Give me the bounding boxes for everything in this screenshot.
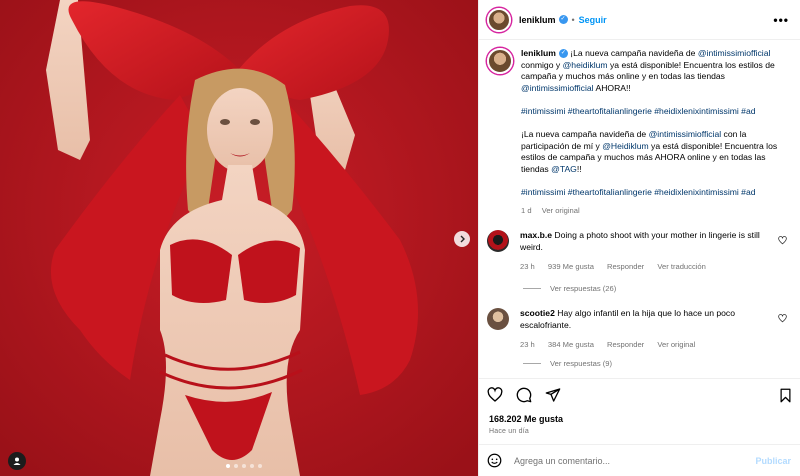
post-header: leniklum ✓ • Seguir ••• bbox=[479, 0, 800, 40]
hashtags-1[interactable]: #intimissimi #theartofitalianlingerie #h… bbox=[521, 106, 789, 118]
hashtags-2[interactable]: #intimissimi #theartofitalianlingerie #h… bbox=[521, 187, 789, 199]
verified-icon: ✓ bbox=[558, 49, 568, 59]
replies-divider bbox=[523, 363, 541, 364]
verified-icon: ✓ bbox=[558, 15, 568, 24]
carousel-dot bbox=[226, 464, 230, 468]
author-username[interactable]: leniklum bbox=[519, 15, 556, 25]
comments-scroll-area[interactable]: leniklum ✓ ¡La nueva campaña navideña de … bbox=[479, 40, 800, 378]
heart-icon[interactable] bbox=[778, 236, 787, 245]
mention-link[interactable]: @TAG bbox=[551, 164, 577, 174]
comment-age: 23 h bbox=[520, 340, 535, 350]
likes-count[interactable]: 168.202 Me gusta bbox=[489, 414, 563, 424]
add-comment-bar: Publicar bbox=[479, 444, 800, 476]
heart-icon[interactable] bbox=[487, 387, 503, 403]
comment-icon[interactable] bbox=[516, 387, 532, 403]
mention-link[interactable]: @intimissimiofficial bbox=[698, 48, 771, 58]
post-sidebar: leniklum ✓ • Seguir ••• leniklum ✓ ¡La nu… bbox=[478, 0, 800, 476]
bookmark-icon[interactable] bbox=[778, 388, 793, 403]
view-replies-button[interactable]: Ver respuestas (9) bbox=[523, 359, 612, 368]
mention-link[interactable]: @intimissimiofficial bbox=[649, 129, 722, 139]
post-media[interactable] bbox=[0, 0, 478, 476]
caption-paragraph-1: leniklum ✓ ¡La nueva campaña navideña de … bbox=[521, 48, 789, 94]
avatar[interactable] bbox=[487, 230, 509, 252]
comment-input[interactable] bbox=[514, 455, 744, 466]
view-replies-label: Ver respuestas (26) bbox=[550, 284, 617, 293]
comment-item: max.b.e Doing a photo shoot with your mo… bbox=[487, 230, 793, 273]
carousel-dot bbox=[250, 464, 254, 468]
comment-meta: 23 h 939 Me gusta Responder Ver traducci… bbox=[520, 261, 776, 273]
caption-text: !! bbox=[576, 163, 582, 174]
comment-likes[interactable]: 939 Me gusta bbox=[548, 262, 594, 271]
translate-button[interactable]: Ver traducción bbox=[657, 262, 706, 271]
caption-text: AHORA!! bbox=[593, 82, 631, 93]
carousel-dot bbox=[242, 464, 246, 468]
see-original-button[interactable]: Ver original bbox=[542, 206, 580, 215]
mention-link[interactable]: @Heidiklum bbox=[602, 141, 648, 151]
heart-icon[interactable] bbox=[778, 314, 787, 323]
post-caption: leniklum ✓ ¡La nueva campaña navideña de … bbox=[487, 48, 793, 217]
post-actions: 168.202 Me gusta Hace un día bbox=[479, 378, 800, 444]
avatar[interactable] bbox=[487, 308, 509, 330]
next-slide-button[interactable] bbox=[454, 231, 470, 247]
see-original-button[interactable]: Ver original bbox=[657, 340, 695, 349]
carousel-dot bbox=[258, 464, 262, 468]
instagram-post-modal: leniklum ✓ • Seguir ••• leniklum ✓ ¡La nu… bbox=[0, 0, 800, 476]
caption-text: ¡La nueva campaña navideña de bbox=[567, 48, 698, 58]
publish-button[interactable]: Publicar bbox=[755, 456, 791, 466]
share-icon[interactable] bbox=[545, 387, 561, 403]
chevron-right-icon bbox=[460, 235, 465, 243]
reply-button[interactable]: Responder bbox=[607, 340, 644, 349]
comment-age: 23 h bbox=[520, 262, 535, 272]
more-icon[interactable]: ••• bbox=[773, 13, 789, 27]
caption-paragraph-2: ¡La nueva campaña navideña de @intimissi… bbox=[521, 129, 789, 175]
mention-link[interactable]: @heidiklum bbox=[563, 60, 608, 70]
mention-link[interactable]: @intimissimiofficial bbox=[521, 83, 594, 93]
reply-button[interactable]: Responder bbox=[607, 262, 644, 271]
carousel-dots bbox=[226, 464, 262, 468]
replies-divider bbox=[523, 288, 541, 289]
comment-username[interactable]: max.b.e bbox=[520, 230, 552, 240]
emoji-icon[interactable] bbox=[487, 453, 502, 468]
caption-username[interactable]: leniklum bbox=[521, 48, 556, 58]
caption-text: ¡La nueva campaña navideña de bbox=[521, 129, 649, 140]
separator: • bbox=[571, 14, 575, 25]
tagged-users-button[interactable] bbox=[8, 452, 26, 470]
comment-text: Doing a photo shoot with your mother in … bbox=[520, 230, 760, 252]
comment-item: scootie2 Hay algo infantil en la hija qu… bbox=[487, 308, 793, 351]
posted-time[interactable]: Hace un día bbox=[489, 428, 529, 435]
caption-age: 1 d bbox=[521, 206, 532, 216]
follow-button[interactable]: Seguir bbox=[579, 15, 607, 25]
view-replies-label: Ver respuestas (9) bbox=[550, 359, 613, 368]
caption-avatar[interactable] bbox=[487, 48, 513, 74]
caption-meta: 1 d Ver original bbox=[521, 205, 789, 217]
avatar[interactable] bbox=[487, 7, 511, 32]
comment-meta: 23 h 384 Me gusta Responder Ver original bbox=[520, 339, 776, 351]
post-photo bbox=[0, 0, 478, 476]
caption-text: conmigo y bbox=[521, 59, 563, 70]
comment-username[interactable]: scootie2 bbox=[520, 308, 555, 318]
comment-likes[interactable]: 384 Me gusta bbox=[548, 340, 594, 349]
user-tag-icon bbox=[13, 457, 21, 465]
view-replies-button[interactable]: Ver respuestas (26) bbox=[523, 284, 616, 293]
carousel-dot bbox=[234, 464, 238, 468]
